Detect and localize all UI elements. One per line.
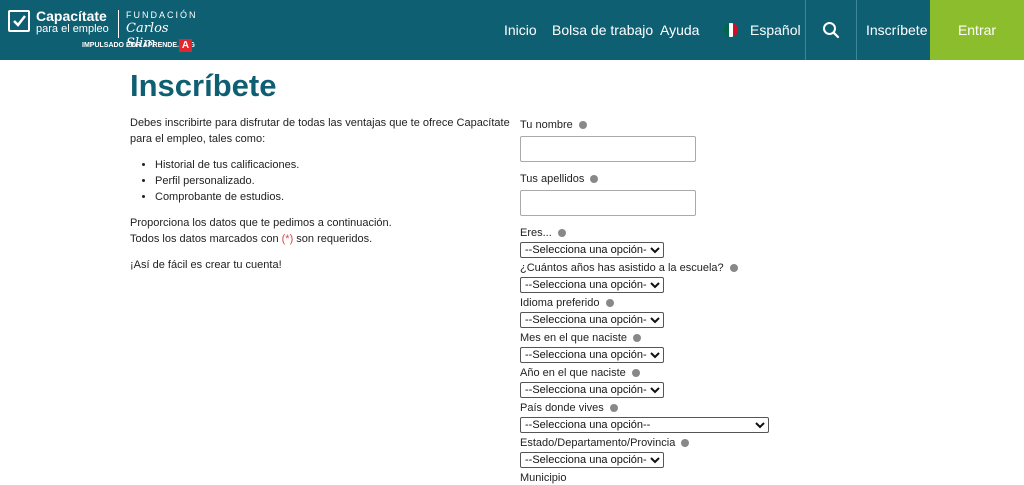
list-item: Comprobante de estudios. <box>155 189 510 205</box>
info-dot-icon[interactable] <box>590 175 599 183</box>
benefits-list: Historial de tus calificaciones. Perfil … <box>130 157 510 205</box>
instructions-line2-post: son requeridos. <box>293 233 373 245</box>
instructions-line1: Proporciona los datos que te pedimos a c… <box>130 217 392 229</box>
info-dot-icon[interactable] <box>578 121 587 129</box>
list-item: Perfil personalizado. <box>155 173 510 189</box>
anios-escuela-select[interactable]: --Selecciona una opción-- <box>520 277 664 293</box>
foundation-label: FUNDACIÓN <box>126 10 198 20</box>
anio-label-row: Año en el que naciste <box>520 366 780 380</box>
signup-form: Tu nombre Tus apellidos Eres... --Selecc… <box>520 118 780 485</box>
search-icon <box>823 22 840 39</box>
powered-by-text: IMPULSADO POR APRENDE.ORG <box>82 42 195 49</box>
language-selector[interactable]: Español <box>750 0 801 60</box>
eres-select[interactable]: --Selecciona una opción-- <box>520 242 664 258</box>
info-dot-icon[interactable] <box>605 299 614 307</box>
info-dot-icon[interactable] <box>633 334 642 342</box>
nav-inscribete[interactable]: Inscríbete <box>866 0 927 60</box>
idioma-select[interactable]: --Selecciona una opción-- <box>520 312 664 328</box>
brand-tagline: para el empleo <box>36 23 109 35</box>
entrar-button[interactable]: Entrar <box>930 0 1024 60</box>
mes-label: Mes en el que naciste <box>520 332 628 344</box>
anio-select[interactable]: --Selecciona una opción-- <box>520 382 664 398</box>
nav-inicio[interactable]: Inicio <box>504 0 537 60</box>
brand-name: Capacítate <box>36 8 107 24</box>
pais-select[interactable]: --Selecciona una opción-- <box>520 417 769 433</box>
info-dot-icon[interactable] <box>557 229 566 237</box>
logo-divider <box>118 10 119 38</box>
pais-label: País donde vives <box>520 402 604 414</box>
info-dot-icon[interactable] <box>729 264 738 272</box>
nav-divider <box>856 0 857 60</box>
estado-select[interactable]: --Selecciona una opción-- <box>520 452 664 468</box>
closing-text: ¡Así de fácil es crear tu cuenta! <box>130 259 282 271</box>
eres-label-row: Eres... <box>520 226 780 240</box>
pais-label-row: País donde vives <box>520 401 780 415</box>
instructions-text: Proporciona los datos que te pedimos a c… <box>130 215 510 247</box>
apellidos-input[interactable] <box>520 190 696 216</box>
estado-label-row: Estado/Departamento/Provincia <box>520 436 780 450</box>
apellidos-label: Tus apellidos <box>520 173 585 185</box>
info-dot-icon[interactable] <box>631 369 640 377</box>
idioma-label-row: Idioma preferido <box>520 296 780 310</box>
anios-escuela-label-row: ¿Cuántos años has asistido a la escuela? <box>520 261 780 275</box>
municipio-label: Municipio <box>520 472 567 484</box>
page-title: Inscríbete <box>130 68 277 103</box>
mes-label-row: Mes en el que naciste <box>520 331 780 345</box>
nombre-label: Tu nombre <box>520 119 573 131</box>
idioma-label: Idioma preferido <box>520 297 600 309</box>
apellidos-label-row: Tus apellidos <box>520 172 780 186</box>
site-logo[interactable]: Capacítate para el empleo FUNDACIÓN Carl… <box>8 8 198 54</box>
list-item: Historial de tus calificaciones. <box>155 157 510 173</box>
nav-bolsa-de-trabajo[interactable]: Bolsa de trabajo <box>552 0 653 60</box>
checkbox-logo-icon <box>8 10 30 32</box>
search-button[interactable] <box>806 0 856 60</box>
info-dot-icon[interactable] <box>681 439 690 447</box>
nombre-input[interactable] <box>520 136 696 162</box>
nombre-label-row: Tu nombre <box>520 118 780 132</box>
intro-section: Debes inscribirte para disfrutar de toda… <box>130 115 510 283</box>
intro-text: Debes inscribirte para disfrutar de toda… <box>130 117 510 145</box>
anio-label: Año en el que naciste <box>520 367 626 379</box>
mes-select[interactable]: --Selecciona una opción-- <box>520 347 664 363</box>
instructions-line2-pre: Todos los datos marcados con <box>130 233 282 245</box>
estado-label: Estado/Departamento/Provincia <box>520 437 676 449</box>
eres-label: Eres... <box>520 227 552 239</box>
mexico-flag-icon <box>724 23 738 37</box>
site-header: Capacítate para el empleo FUNDACIÓN Carl… <box>0 0 1024 60</box>
required-mark: (*) <box>281 233 294 245</box>
municipio-label-row: Municipio <box>520 471 780 485</box>
aprende-badge-icon: A <box>179 39 192 52</box>
info-dot-icon[interactable] <box>609 404 618 412</box>
nav-ayuda[interactable]: Ayuda <box>660 0 699 60</box>
anios-escuela-label: ¿Cuántos años has asistido a la escuela? <box>520 262 724 274</box>
